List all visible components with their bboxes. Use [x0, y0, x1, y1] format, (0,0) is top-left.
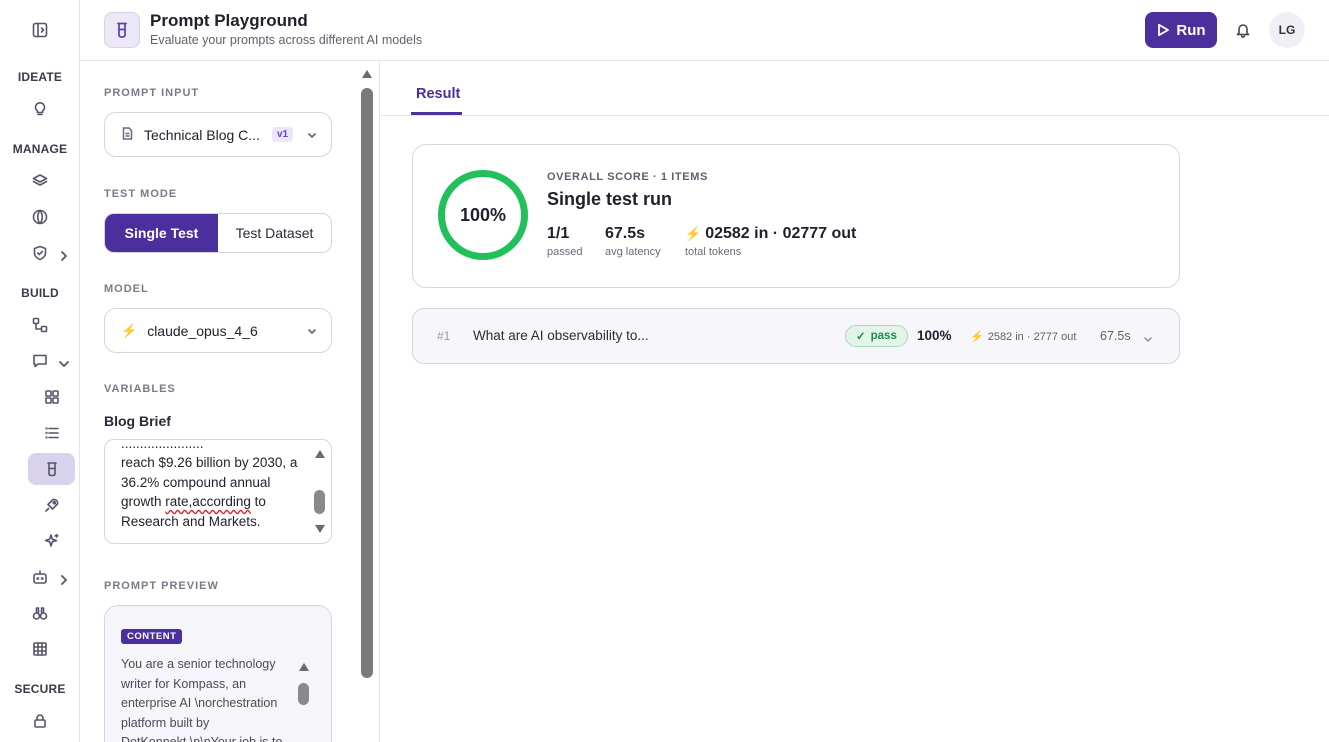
item-number: #1 [437, 329, 451, 343]
chevron-down-icon [307, 323, 317, 339]
chevron-down-icon [307, 127, 317, 143]
variable-textarea[interactable]: ...................... reach $9.26 billi… [104, 439, 332, 544]
page-subtitle: Evaluate your prompts across different A… [150, 33, 423, 47]
version-badge: v1 [271, 127, 294, 142]
top-header: Prompt Playground Evaluate your prompts … [80, 0, 1329, 61]
run-title: Single test run [547, 189, 673, 209]
shield-icon[interactable] [29, 242, 51, 264]
list-icon[interactable] [41, 422, 63, 444]
chevron-down-icon[interactable] [59, 356, 69, 367]
table-icon[interactable] [29, 638, 51, 660]
prompt-input-label: PROMPT INPUT [104, 87, 200, 99]
rocket-icon[interactable] [41, 494, 63, 516]
result-item-row[interactable]: #1 What are AI observability to... ✓ pas… [412, 308, 1180, 364]
item-tokens: ⚡ 2582 in · 2777 out [970, 330, 1076, 343]
page-title: Prompt Playground [150, 11, 308, 30]
score-percent: 100% [459, 204, 507, 225]
prompt-preview-text: You are a senior technology writer for K… [121, 657, 283, 742]
model-select[interactable]: ⚡ claude_opus_4_6 [104, 308, 332, 353]
test-mode-toggle: Single Test Test Dataset [104, 213, 332, 253]
item-score: 100% [917, 328, 952, 343]
bolt-icon: ⚡ [970, 331, 984, 343]
passed-value: 1/1 [547, 225, 570, 242]
scrollbar-thumb[interactable] [298, 683, 309, 705]
panel-toggle-icon[interactable] [29, 19, 51, 41]
item-latency: 67.5s [1100, 329, 1131, 343]
bolt-icon: ⚡ [121, 322, 138, 338]
chevron-right-icon[interactable] [59, 248, 69, 261]
nav-section-manage: MANAGE [12, 142, 68, 156]
variable-value: ...................... reach $9.26 billi… [121, 439, 298, 529]
globe-icon[interactable] [29, 206, 51, 228]
beaker-icon [104, 12, 140, 48]
nav-section-build: BUILD [21, 286, 59, 300]
content-badge: CONTENT [121, 629, 183, 644]
prompt-select[interactable]: Technical Blog C... v1 [104, 112, 332, 157]
test-mode-label: TEST MODE [104, 188, 178, 200]
document-icon [121, 126, 134, 143]
model-select-value: claude_opus_4_6 [147, 322, 258, 339]
stat-tokens: ⚡ 02582 in · 02777 out total tokens [685, 225, 856, 258]
overall-score-card: 100% OVERALL SCORE · 1 ITEMS Single test… [412, 144, 1180, 288]
nodes-icon[interactable] [29, 314, 51, 336]
tab-result[interactable]: Result [416, 86, 460, 102]
scroll-up-arrow[interactable] [315, 450, 325, 458]
chat-icon[interactable] [29, 350, 51, 372]
single-test-option[interactable]: Single Test [105, 214, 218, 252]
latency-label: avg latency [605, 246, 661, 258]
nav-rail: IDEATE MANAGE BUILD SECURE [0, 0, 80, 742]
sparkle-icon[interactable] [41, 530, 63, 552]
run-button[interactable]: Run [1145, 12, 1217, 48]
grid-icon[interactable] [41, 386, 63, 408]
bell-icon[interactable] [1233, 20, 1253, 40]
variable-name: Blog Brief [104, 413, 171, 429]
binoculars-icon[interactable] [29, 602, 51, 624]
panel-scrollbar-thumb[interactable] [361, 88, 373, 678]
play-icon [1158, 23, 1170, 37]
check-icon: ✓ [856, 331, 866, 343]
passed-label: passed [547, 246, 583, 258]
app-root: IDEATE MANAGE BUILD SECURE Prompt Playgr… [0, 0, 1329, 742]
prompt-preview-label: PROMPT PREVIEW [104, 580, 219, 592]
config-panel: PROMPT INPUT Technical Blog C... v1 TEST… [80, 61, 380, 742]
prompt-preview-box: CONTENT You are a senior technology writ… [104, 605, 332, 742]
test-dataset-option[interactable]: Test Dataset [218, 214, 331, 252]
bolt-icon: ⚡ [685, 226, 702, 241]
nav-section-ideate: IDEATE [17, 70, 63, 84]
lightbulb-icon[interactable] [29, 98, 51, 120]
model-label: MODEL [104, 283, 149, 295]
scrollbar-thumb[interactable] [314, 490, 325, 514]
stat-latency: 67.5s avg latency [605, 225, 661, 258]
tokens-label: total tokens [685, 246, 742, 258]
prompt-select-value: Technical Blog C... [144, 126, 260, 143]
layers-icon[interactable] [29, 170, 51, 192]
avatar[interactable]: LG [1269, 12, 1305, 48]
latency-value: 67.5s [605, 225, 646, 242]
overall-score-label: OVERALL SCORE · 1 ITEMS [547, 171, 708, 183]
item-tokens-value: 2582 in · 2777 out [987, 331, 1077, 343]
run-button-label: Run [1176, 21, 1206, 39]
chevron-down-icon[interactable] [1143, 331, 1153, 349]
stat-passed: 1/1 passed [547, 225, 582, 258]
scroll-up-arrow[interactable] [299, 663, 309, 671]
scroll-down-arrow[interactable] [315, 525, 325, 533]
status-badge: ✓ pass [845, 325, 908, 347]
item-question: What are AI observability to... [473, 328, 649, 343]
chevron-right-icon[interactable] [59, 572, 69, 585]
spellcheck-word: rate,according [165, 494, 251, 509]
lock-icon[interactable] [29, 710, 51, 732]
tab-divider [380, 115, 1329, 116]
bot-icon[interactable] [29, 566, 51, 588]
beaker-icon[interactable] [41, 458, 63, 480]
status-text: pass [870, 330, 897, 342]
tokens-value: 02582 in · 02777 out [705, 225, 857, 242]
scroll-up-arrow[interactable] [362, 70, 372, 78]
variables-label: VARIABLES [104, 383, 176, 395]
nav-section-secure: SECURE [14, 682, 66, 696]
